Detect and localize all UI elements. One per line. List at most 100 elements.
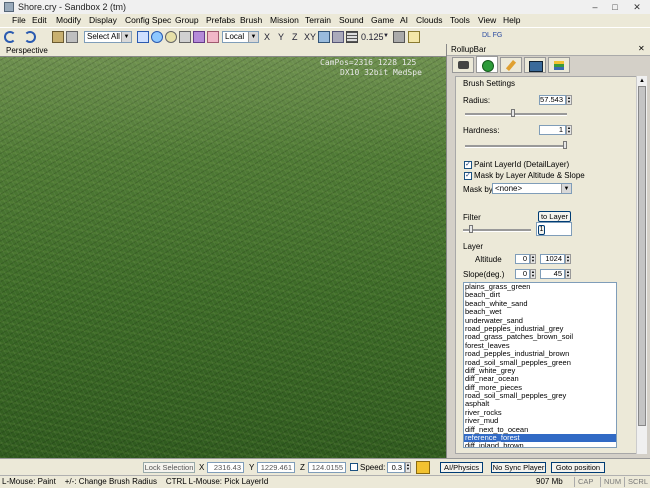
tab-modeling[interactable]: [500, 57, 522, 73]
redo-icon[interactable]: [24, 31, 36, 43]
move-icon[interactable]: [151, 31, 163, 43]
coord-system-value: Local: [225, 32, 245, 41]
radius-input[interactable]: 57.543: [539, 95, 566, 105]
game-mode-icon[interactable]: [416, 461, 430, 474]
tab-display[interactable]: [524, 57, 546, 73]
scroll-up-icon[interactable]: ▲: [638, 78, 646, 86]
axis-y-button[interactable]: Y: [278, 32, 284, 42]
undo-icon[interactable]: [4, 31, 16, 43]
renderer-info-readout: DX10 32bit MedSpe: [340, 68, 422, 77]
menu-group[interactable]: Group: [175, 15, 199, 25]
status-hint: L-Mouse: Paint +/-: Change Brush Radius …: [2, 477, 269, 486]
goto-position-button[interactable]: Goto position: [551, 462, 605, 473]
radius-spinner[interactable]: ▲ ▼: [566, 95, 572, 105]
maximize-button[interactable]: □: [606, 1, 624, 13]
menu-clouds[interactable]: Clouds: [416, 15, 442, 25]
ai-physics-button[interactable]: AI/Physics: [440, 462, 483, 473]
menu-display[interactable]: Display: [89, 15, 117, 25]
slope-min-spinner[interactable]: ▲ ▼: [530, 269, 536, 279]
altitude-max-spinner[interactable]: ▲ ▼: [565, 254, 571, 264]
viewport-title[interactable]: Perspective: [6, 46, 48, 55]
speed-spinner[interactable]: ▲ ▼: [405, 462, 411, 473]
mask-by-dropdown[interactable]: <none> ▼: [492, 183, 572, 194]
memory-usage: 907 Mb: [536, 477, 563, 486]
radius-slider-track[interactable]: [465, 113, 567, 116]
altitude-min-input[interactable]: 0: [515, 254, 530, 264]
menu-config-spec[interactable]: Config Spec: [125, 15, 171, 25]
menu-terrain[interactable]: Terrain: [305, 15, 331, 25]
hardness-slider-track[interactable]: [465, 145, 567, 148]
axis-xy-button[interactable]: XY: [304, 32, 316, 42]
speed-input[interactable]: 0.3: [387, 462, 405, 473]
menu-tools[interactable]: Tools: [450, 15, 470, 25]
scale-icon[interactable]: [179, 31, 191, 43]
notes-icon[interactable]: [408, 31, 420, 43]
hardness-slider-thumb[interactable]: [563, 141, 567, 149]
grid-size-chevron-icon[interactable]: ▼: [383, 33, 389, 39]
menu-ai[interactable]: AI: [400, 15, 408, 25]
slope-min-input[interactable]: 0: [515, 269, 530, 279]
y-coordinate-input[interactable]: 1229.461: [257, 462, 295, 473]
speed-checkbox[interactable]: [350, 463, 358, 471]
to-layer-button[interactable]: to Layer: [538, 211, 571, 222]
altitude-label: Altitude: [475, 255, 502, 264]
chevron-down-icon: ▼: [248, 32, 258, 42]
close-button[interactable]: ✕: [628, 1, 646, 13]
unlink-icon[interactable]: [66, 31, 78, 43]
filter-slider-thumb[interactable]: [469, 225, 474, 233]
tab-terrain[interactable]: [476, 56, 498, 73]
axis-x-button[interactable]: X: [264, 32, 270, 42]
menu-modify[interactable]: Modify: [56, 15, 81, 25]
coord-system-dropdown[interactable]: Local ▼: [222, 31, 259, 43]
grid-size-value[interactable]: 0.125: [361, 32, 384, 42]
layer-list-item[interactable]: diff_inland_brown: [464, 442, 616, 447]
menu-view[interactable]: View: [478, 15, 496, 25]
scroll-thumb[interactable]: [638, 86, 646, 426]
menu-mission[interactable]: Mission: [270, 15, 299, 25]
x-coordinate-input[interactable]: 2316.43: [207, 462, 244, 473]
z-coordinate-input[interactable]: 124.0155: [308, 462, 346, 473]
mask-altitude-checkbox[interactable]: ✓: [464, 172, 472, 180]
grid-icon[interactable]: [346, 31, 358, 43]
menu-prefabs[interactable]: Prefabs: [206, 15, 235, 25]
select-pointer-icon[interactable]: [137, 31, 149, 43]
hardness-input[interactable]: 1: [539, 125, 566, 135]
tab-layers[interactable]: [548, 57, 570, 73]
menu-help[interactable]: Help: [503, 15, 520, 25]
close-icon[interactable]: ✕: [638, 44, 645, 53]
menu-sound[interactable]: Sound: [339, 15, 364, 25]
radius-slider-thumb[interactable]: [511, 109, 516, 117]
display-toggles[interactable]: DL FG: [482, 32, 502, 39]
terrain-snap-icon[interactable]: [207, 31, 219, 43]
slope-max-spinner[interactable]: ▲ ▼: [565, 269, 571, 279]
snap-icon[interactable]: [332, 31, 344, 43]
menu-file[interactable]: File: [12, 15, 26, 25]
lock-selection-button[interactable]: Lock Selection: [143, 462, 195, 473]
camera-position-readout: CamPos=2316 1228 125: [320, 58, 417, 67]
menu-brush[interactable]: Brush: [240, 15, 262, 25]
filter-value-button[interactable]: 1: [538, 225, 545, 235]
minimize-button[interactable]: –: [586, 1, 604, 13]
slope-max-input[interactable]: 45: [540, 269, 565, 279]
axis-z-button[interactable]: Z: [292, 32, 298, 42]
link-icon[interactable]: [52, 31, 64, 43]
magnet-icon[interactable]: [193, 31, 205, 43]
menu-edit[interactable]: Edit: [32, 15, 47, 25]
angle-snap-icon[interactable]: [393, 31, 405, 43]
num-lock-indicator: NUM: [600, 477, 621, 487]
scroll-lock-indicator: SCRL: [624, 477, 648, 487]
rotate-icon[interactable]: [165, 31, 177, 43]
altitude-max-input[interactable]: 1024: [540, 254, 565, 264]
mask-by-label: Mask by: [463, 185, 493, 194]
selection-dropdown[interactable]: Select All ▼: [84, 31, 132, 43]
hardness-spinner[interactable]: ▲ ▼: [566, 125, 572, 135]
perspective-viewport[interactable]: CamPos=2316 1228 125 DX10 32bit MedSpe: [0, 57, 446, 458]
menu-game[interactable]: Game: [371, 15, 394, 25]
no-sync-player-button[interactable]: No Sync Player: [491, 462, 546, 473]
terrain-axis-icon[interactable]: [318, 31, 330, 43]
layer-list[interactable]: plains_grass_green beach_dirt beach_white_…: [463, 282, 617, 448]
rollup-scrollbar[interactable]: ▲: [636, 76, 647, 454]
tab-objects[interactable]: [452, 57, 474, 73]
altitude-min-spinner[interactable]: ▲ ▼: [530, 254, 536, 264]
paint-layer-checkbox[interactable]: ✓: [464, 161, 472, 169]
